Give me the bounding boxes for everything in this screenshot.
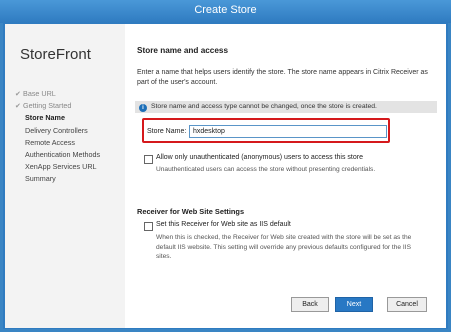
cancel-button[interactable]: Cancel bbox=[387, 297, 427, 312]
brand-title: StoreFront bbox=[20, 46, 91, 63]
iis-default-checkbox[interactable] bbox=[144, 222, 153, 231]
step-remote-access[interactable]: Remote Access bbox=[15, 137, 100, 149]
step-store-name[interactable]: Store Name bbox=[15, 112, 100, 124]
step-summary[interactable]: Summary bbox=[15, 173, 100, 185]
unauthenticated-checkbox[interactable] bbox=[144, 155, 153, 164]
store-name-label: Store Name: bbox=[147, 128, 187, 135]
store-name-input[interactable]: hxdesktop bbox=[189, 125, 387, 138]
window-title: Create Store bbox=[194, 4, 257, 16]
step-xenapp-services-url[interactable]: XenApp Services URL bbox=[15, 161, 100, 173]
checkmark-icon: ✔ bbox=[15, 89, 22, 98]
wizard-main-panel: Store name and access Enter a name that … bbox=[125, 24, 446, 328]
step-authentication-methods[interactable]: Authentication Methods bbox=[15, 149, 100, 161]
step-getting-started[interactable]: ✔ Getting Started bbox=[15, 100, 100, 112]
wizard-steps: ✔ Base URL ✔ Getting Started Store Name De… bbox=[15, 88, 100, 186]
unauthenticated-checkbox-label[interactable]: Allow only unauthenticated (anonymous) u… bbox=[156, 154, 363, 161]
page-heading: Store name and access bbox=[137, 46, 229, 55]
receiver-settings-heading: Receiver for Web Site Settings bbox=[137, 207, 245, 216]
step-delivery-controllers[interactable]: Delivery Controllers bbox=[15, 125, 100, 137]
back-button[interactable]: Back bbox=[291, 297, 329, 312]
page-description: Enter a name that helps users identify t… bbox=[137, 69, 428, 86]
info-text: Store name and access type cannot be cha… bbox=[151, 103, 377, 110]
next-button[interactable]: Next bbox=[335, 297, 373, 312]
unauthenticated-help: Unauthenticated users can access the sto… bbox=[156, 166, 376, 173]
info-icon: i bbox=[139, 104, 147, 112]
iis-default-help: When this is checked, the Receiver for W… bbox=[156, 234, 412, 260]
checkmark-icon: ✔ bbox=[15, 101, 22, 111]
step-base-url[interactable]: ✔ Base URL bbox=[15, 88, 100, 100]
wizard-sidebar: StoreFront ✔ Base URL ✔ Getting Started St… bbox=[5, 24, 125, 328]
info-banner: i Store name and access type cannot be ch… bbox=[135, 101, 437, 113]
window-titlebar: Create Store bbox=[0, 0, 451, 23]
iis-default-checkbox-label[interactable]: Set this Receiver for Web site as IIS de… bbox=[156, 221, 291, 228]
